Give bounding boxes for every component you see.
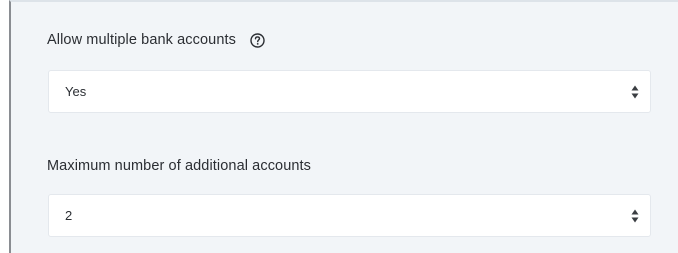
maximum-number-of-additional-accounts-label: Maximum number of additional accounts bbox=[47, 158, 312, 174]
allow-multiple-bank-accounts-select[interactable]: Yes bbox=[48, 70, 651, 113]
max-additional-accounts-label-row: Maximum number of additional accounts bbox=[47, 158, 311, 174]
select-value: 2 bbox=[65, 208, 73, 223]
allow-multiple-label-row: Allow multiple bank accounts bbox=[47, 32, 265, 48]
maximum-number-of-additional-accounts-select[interactable]: 2 bbox=[48, 194, 651, 237]
question-circle-icon[interactable] bbox=[250, 32, 265, 48]
allow-multiple-bank-accounts-label: Allow multiple bank accounts bbox=[47, 32, 236, 48]
sort-arrows-icon bbox=[631, 85, 639, 99]
sort-arrows-icon bbox=[631, 209, 639, 223]
settings-panel: Allow multiple bank accounts Yes Maximum… bbox=[9, 0, 678, 253]
select-value: Yes bbox=[65, 84, 87, 99]
